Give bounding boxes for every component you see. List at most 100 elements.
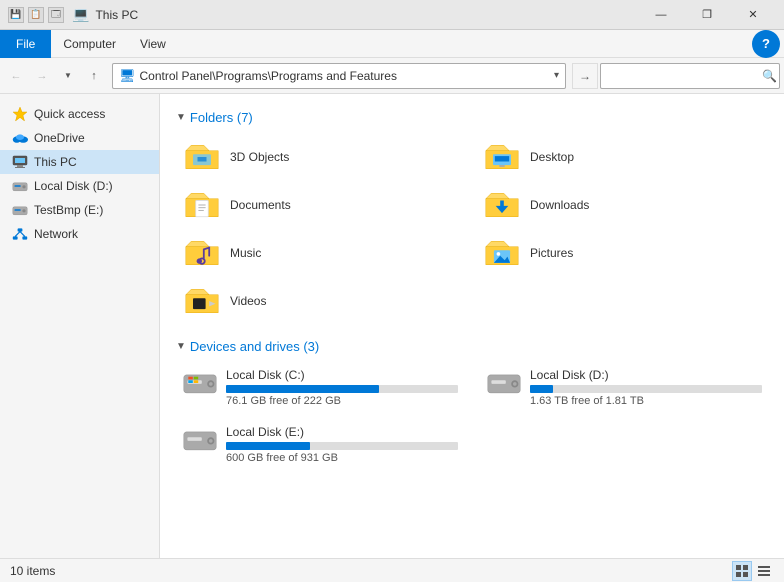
- folders-chevron[interactable]: ▼: [176, 112, 186, 123]
- title-bar-quick-icons: 💾 📋 🗔: [8, 7, 64, 23]
- folder-3d-objects[interactable]: 3D Objects: [176, 135, 468, 179]
- sidebar-label-quick-access: Quick access: [34, 107, 105, 121]
- title-pc-icon: 💻: [72, 6, 89, 23]
- sidebar: Quick access OneDrive This PC Local Disk…: [0, 94, 160, 558]
- status-bar: 10 items: [0, 558, 784, 582]
- folder-pictures-label: Pictures: [530, 246, 573, 260]
- help-button[interactable]: ?: [752, 30, 780, 58]
- device-e-info: Local Disk (E:) 600 GB free of 931 GB: [226, 425, 458, 464]
- folder-music[interactable]: Music: [176, 231, 468, 275]
- up-button[interactable]: ↑: [82, 64, 106, 88]
- content-area: ▼ Folders (7) 3D Objects: [160, 94, 784, 558]
- local-disk-d-icon: [12, 178, 28, 194]
- quick-access-icon: [12, 106, 28, 122]
- device-d-progress-fill: [530, 385, 553, 393]
- folder-videos-label: Videos: [230, 294, 266, 308]
- devices-grid: Local Disk (C:) 76.1 GB free of 222 GB: [176, 364, 768, 468]
- nav-bar: ← → ▼ ↑ 🖥 ▾ → 🔍: [0, 58, 784, 94]
- properties-icon[interactable]: 📋: [28, 7, 44, 23]
- folder-documents-icon: [182, 187, 222, 223]
- devices-section-label: Devices and drives (3): [190, 339, 319, 354]
- folder-pictures[interactable]: Pictures: [476, 231, 768, 275]
- restore-button[interactable]: ❐: [684, 0, 730, 30]
- recent-locations-button[interactable]: ▼: [56, 64, 80, 88]
- address-input[interactable]: [140, 69, 550, 83]
- device-c-info: Local Disk (C:) 76.1 GB free of 222 GB: [226, 368, 458, 407]
- go-button[interactable]: →: [572, 63, 598, 89]
- device-c-progress-bg: [226, 385, 458, 393]
- sidebar-item-network[interactable]: Network: [0, 222, 159, 246]
- testbmp-e-icon: [12, 202, 28, 218]
- onedrive-icon: [12, 130, 28, 146]
- sidebar-item-testbmp-e[interactable]: TestBmp (E:): [0, 198, 159, 222]
- folder-downloads-icon: [482, 187, 522, 223]
- folder-videos-icon: [182, 283, 222, 319]
- devices-chevron[interactable]: ▼: [176, 341, 186, 352]
- search-box[interactable]: 🔍: [600, 63, 780, 89]
- device-d-info: Local Disk (D:) 1.63 TB free of 1.81 TB: [530, 368, 762, 407]
- window-controls: — ❐ ✕: [638, 0, 776, 30]
- close-button[interactable]: ✕: [730, 0, 776, 30]
- disk-c-icon: [182, 368, 218, 398]
- this-pc-icon: [12, 154, 28, 170]
- folder-desktop-icon: [482, 139, 522, 175]
- device-local-c[interactable]: Local Disk (C:) 76.1 GB free of 222 GB: [176, 364, 464, 411]
- device-e-progress-bg: [226, 442, 458, 450]
- device-e-name: Local Disk (E:): [226, 425, 458, 439]
- folder-pictures-icon: [482, 235, 522, 271]
- menu-bar: File Computer View ?: [0, 30, 784, 58]
- view-toggle-group: [732, 561, 774, 581]
- folder-music-icon: [182, 235, 222, 271]
- device-e-progress-fill: [226, 442, 310, 450]
- status-items: 10 items: [10, 564, 55, 578]
- folders-section-label: Folders (7): [190, 110, 253, 125]
- folder-videos[interactable]: Videos: [176, 279, 468, 323]
- forward-button[interactable]: →: [30, 64, 54, 88]
- title-bar-text: 💻 This PC: [72, 6, 638, 23]
- folders-section-header: ▼ Folders (7): [176, 110, 768, 125]
- device-d-progress-bg: [530, 385, 762, 393]
- device-e-space: 600 GB free of 931 GB: [226, 452, 458, 464]
- view-details-button[interactable]: [754, 561, 774, 581]
- folder-documents[interactable]: Documents: [176, 183, 468, 227]
- newwindow-icon[interactable]: 🗔: [48, 7, 64, 23]
- address-dropdown-icon[interactable]: ▾: [554, 70, 559, 81]
- sidebar-label-network: Network: [34, 227, 78, 241]
- folder-desktop[interactable]: Desktop: [476, 135, 768, 179]
- sidebar-label-onedrive: OneDrive: [34, 131, 85, 145]
- sidebar-item-onedrive[interactable]: OneDrive: [0, 126, 159, 150]
- back-button[interactable]: ←: [4, 64, 28, 88]
- save-icon[interactable]: 💾: [8, 7, 24, 23]
- menu-computer[interactable]: Computer: [51, 30, 128, 58]
- minimize-button[interactable]: —: [638, 0, 684, 30]
- disk-d-icon: [486, 368, 522, 398]
- main-layout: Quick access OneDrive This PC Local Disk…: [0, 94, 784, 558]
- title-bar: 💾 📋 🗔 💻 This PC — ❐ ✕: [0, 0, 784, 30]
- folder-documents-label: Documents: [230, 198, 291, 212]
- menu-file[interactable]: File: [0, 30, 51, 58]
- sidebar-label-local-disk-d: Local Disk (D:): [34, 179, 113, 193]
- disk-e-icon: [182, 425, 218, 455]
- folders-grid: 3D Objects Desktop: [176, 135, 768, 323]
- folder-downloads-label: Downloads: [530, 198, 589, 212]
- folder-desktop-label: Desktop: [530, 150, 574, 164]
- device-local-e[interactable]: Local Disk (E:) 600 GB free of 931 GB: [176, 421, 464, 468]
- search-icon: 🔍: [762, 69, 777, 83]
- sidebar-item-quick-access[interactable]: Quick access: [0, 102, 159, 126]
- device-c-name: Local Disk (C:): [226, 368, 458, 382]
- address-bar[interactable]: 🖥 ▾: [112, 63, 566, 89]
- folder-music-label: Music: [230, 246, 261, 260]
- sidebar-label-this-pc: This PC: [34, 155, 77, 169]
- sidebar-item-local-disk-d[interactable]: Local Disk (D:): [0, 174, 159, 198]
- device-local-d[interactable]: Local Disk (D:) 1.63 TB free of 1.81 TB: [480, 364, 768, 411]
- device-d-space: 1.63 TB free of 1.81 TB: [530, 395, 762, 407]
- network-icon: [12, 226, 28, 242]
- folder-downloads[interactable]: Downloads: [476, 183, 768, 227]
- search-input[interactable]: [607, 69, 762, 83]
- sidebar-item-this-pc[interactable]: This PC: [0, 150, 159, 174]
- menu-view[interactable]: View: [128, 30, 178, 58]
- sidebar-label-testbmp-e: TestBmp (E:): [34, 203, 103, 217]
- view-tiles-button[interactable]: [732, 561, 752, 581]
- device-c-progress-fill: [226, 385, 379, 393]
- window-title: This PC: [95, 8, 138, 22]
